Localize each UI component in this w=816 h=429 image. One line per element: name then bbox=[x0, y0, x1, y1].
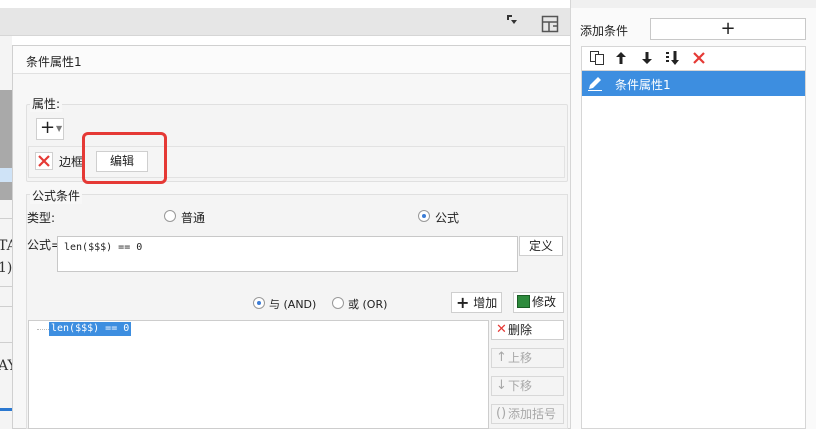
condition-list-item[interactable]: 条件属性1 bbox=[582, 71, 805, 96]
add-bracket-button[interactable]: () 添加括号 bbox=[491, 404, 564, 424]
plus-icon: + bbox=[456, 293, 470, 312]
move-to-bottom-icon[interactable] bbox=[664, 50, 682, 68]
type-label: 类型: bbox=[27, 211, 56, 225]
add-condition-item-button[interactable]: + 增加 bbox=[451, 292, 502, 313]
type-normal-radio[interactable] bbox=[164, 210, 176, 222]
chevron-down-icon: ▼ bbox=[56, 124, 63, 133]
condition-toolbar bbox=[581, 46, 806, 70]
type-normal-label: 普通 bbox=[181, 211, 206, 225]
delete-button[interactable]: ✕ 删除 bbox=[491, 320, 564, 340]
define-button[interactable]: 定义 bbox=[519, 236, 563, 256]
remove-property-button[interactable] bbox=[35, 152, 53, 170]
move-down-button[interactable]: ↓ 下移 bbox=[491, 376, 564, 396]
condition-item-label: 条件属性1 bbox=[615, 78, 671, 92]
delete-icon[interactable] bbox=[690, 50, 708, 68]
formula-condition-label: 公式条件 bbox=[30, 187, 83, 204]
modify-button[interactable]: 修改 bbox=[513, 292, 564, 313]
layout-grid-icon[interactable] bbox=[540, 14, 560, 34]
type-formula-label: 公式 bbox=[435, 211, 460, 225]
type-formula-radio[interactable] bbox=[418, 210, 430, 222]
add-condition-label: 添加条件 bbox=[580, 24, 629, 38]
close-icon: ✕ bbox=[496, 322, 507, 337]
background-top-bar bbox=[0, 0, 570, 8]
logic-and-label: 与 (AND) bbox=[269, 298, 317, 311]
edit-pencil-icon bbox=[586, 74, 604, 92]
add-condition-button[interactable]: + bbox=[650, 18, 806, 40]
copy-icon[interactable] bbox=[588, 50, 606, 68]
highlight-box bbox=[82, 132, 167, 184]
formula-label: 公式= bbox=[27, 238, 62, 252]
logic-or-radio[interactable] bbox=[332, 297, 344, 309]
arrow-down-icon: ↓ bbox=[496, 378, 507, 393]
background-left-strip: TA 1) AY bbox=[0, 36, 17, 429]
dialog-title: 条件属性1 bbox=[26, 55, 82, 69]
border-label: 边框 bbox=[59, 155, 84, 169]
arrow-down-icon[interactable] bbox=[638, 50, 656, 68]
condition-tree-item[interactable]: len($$$) == 0 bbox=[49, 322, 132, 336]
arrow-up-icon[interactable] bbox=[612, 50, 630, 68]
modify-icon bbox=[517, 295, 530, 308]
properties-label: 属性: bbox=[30, 95, 63, 112]
formula-input[interactable]: len($$$) == 0 bbox=[57, 236, 518, 272]
arrow-up-icon: ↑ bbox=[496, 350, 507, 365]
condition-tree: len($$$) == 0 bbox=[28, 320, 489, 429]
dropdown-arrow-icon[interactable] bbox=[506, 14, 518, 26]
brackets-icon: () bbox=[496, 406, 507, 421]
condition-list: 条件属性1 bbox=[581, 70, 806, 429]
background-toolbar bbox=[0, 8, 570, 36]
background-text: 1) bbox=[0, 260, 13, 276]
logic-and-radio[interactable] bbox=[253, 297, 265, 309]
close-icon bbox=[38, 155, 50, 167]
add-property-button[interactable]: + ▼ bbox=[36, 117, 64, 140]
logic-or-label: 或 (OR) bbox=[348, 298, 388, 311]
move-up-button[interactable]: ↑ 上移 bbox=[491, 348, 564, 368]
dialog-header bbox=[13, 46, 570, 74]
